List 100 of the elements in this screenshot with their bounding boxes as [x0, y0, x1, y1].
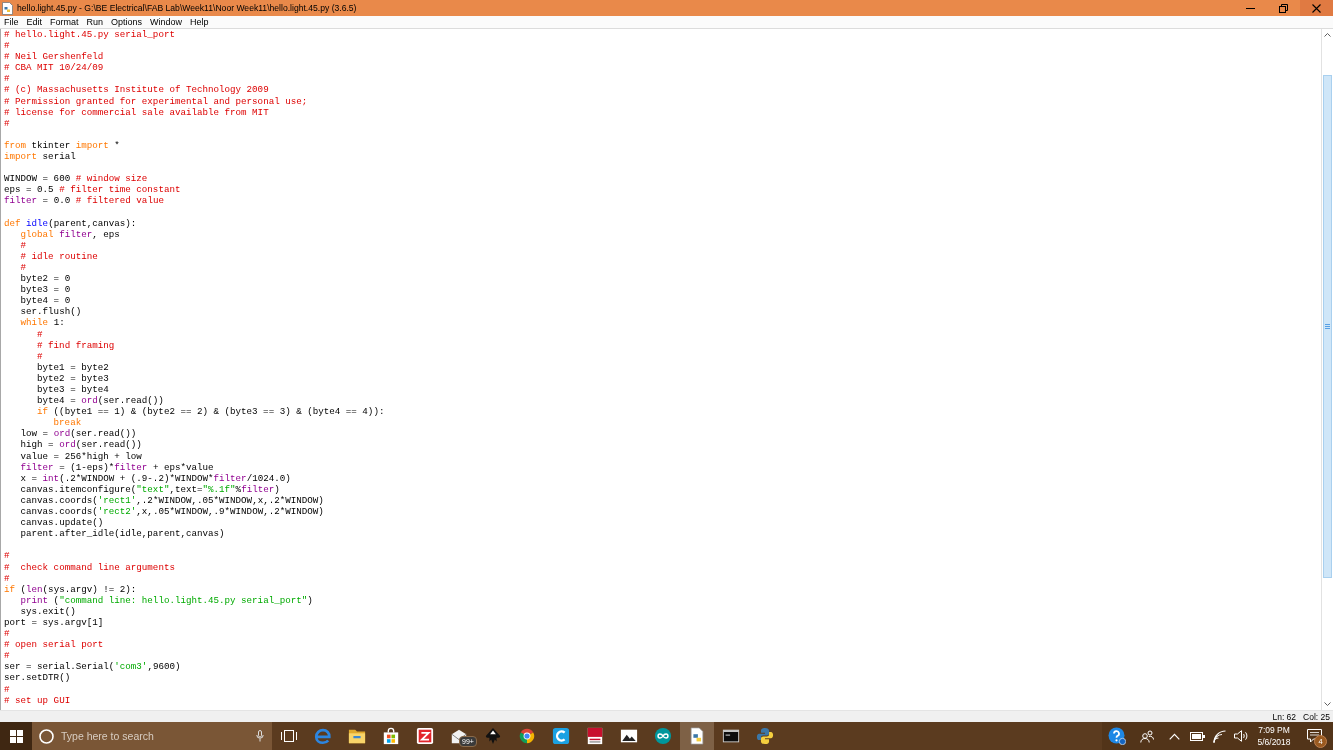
infinity-icon: [654, 727, 672, 745]
menu-item[interactable]: Window: [146, 16, 187, 28]
code-line: parent.after_idle(idle,parent,canvas): [20, 528, 225, 540]
two-tone-logo-icon: [756, 727, 774, 745]
code-line: eps = 0.5 # filter time constant: [4, 184, 181, 196]
code-line: value = 256*high + low: [20, 450, 142, 462]
menu-item[interactable]: Edit: [22, 16, 47, 28]
code-line: high = ord(ser.read()): [20, 439, 142, 451]
app-tile-icon: [586, 727, 604, 745]
minimize-icon: [1246, 7, 1255, 9]
code-line: #: [4, 628, 10, 640]
picture-icon: [620, 727, 638, 745]
code-line: byte2 = byte3: [37, 372, 109, 384]
code-line: byte1 = byte2: [37, 361, 109, 373]
code-line: # CBA MIT 10/24/09: [4, 62, 104, 74]
code-line: ser.setDTR(): [4, 672, 71, 684]
code-line: break: [53, 417, 82, 429]
column-number: Col: 25: [1303, 711, 1330, 722]
code-line: canvas.coords('rect1',.2*WINDOW,.05*WINDOW,x,.2*WINDOW): [20, 494, 324, 506]
folder-icon: [348, 727, 366, 745]
restore-icon: [1279, 3, 1288, 13]
code-line: #: [4, 73, 10, 85]
code-line: def idle(parent,canvas):: [4, 217, 137, 229]
code-line: #: [4, 650, 10, 662]
menu-item[interactable]: Options: [107, 16, 147, 28]
code-line: # hello.light.45.py serial_port: [4, 29, 175, 40]
code-line: x = int(.2*WINDOW + (.9-.2)*WINDOW*filter/1024.0): [20, 472, 291, 484]
code-line: if ((byte1 == 1) & (byte2 == 2) & (byte3 == 3) & (byte4 == 4)):: [37, 406, 385, 418]
code-line: WINDOW = 600 # window size: [4, 173, 148, 185]
code-line: #: [37, 350, 43, 362]
ink-logo-icon: [484, 727, 502, 745]
notification-icon[interactable]: [1307, 729, 1322, 743]
code-line: #: [20, 239, 27, 251]
code-line: ser.flush(): [20, 306, 82, 318]
chevron-down-icon[interactable]: [1324, 702, 1331, 706]
code-line: # (c) Massachusetts Institute of Technology 2009: [4, 84, 269, 96]
window-panes-icon: [9, 729, 23, 743]
search-field[interactable]: Type here to search: [32, 722, 272, 750]
code-line: port = sys.argv[1]: [4, 616, 104, 628]
code-line: if (len(sys.argv) != 2):: [4, 583, 137, 595]
code-line: byte3 = byte4: [37, 384, 109, 395]
close-button[interactable]: [1300, 0, 1333, 16]
scrollbar-thumb[interactable]: [1323, 75, 1332, 578]
chevron-up-icon[interactable]: [1324, 33, 1331, 37]
code-line: #: [4, 550, 10, 562]
terminal-icon: [722, 727, 740, 745]
code-line: global filter, eps: [20, 228, 120, 240]
code-line: #: [4, 40, 10, 52]
code-line: filter = 0.0 # filtered value: [4, 195, 164, 207]
code-line: from tkinter import *: [4, 139, 120, 151]
code-line: #: [37, 328, 43, 340]
code-line: # idle routine: [20, 250, 98, 262]
stacked-windows-icon: [281, 730, 297, 742]
menu-item[interactable]: Format: [46, 16, 83, 28]
code-line: byte4 = 0: [20, 295, 71, 307]
clock-date[interactable]: 5/6/2018: [1257, 736, 1291, 748]
code-line: #: [4, 572, 10, 584]
code-line: import serial: [4, 151, 76, 163]
people-icon[interactable]: [1140, 729, 1154, 743]
battery-icon[interactable]: [1189, 731, 1205, 741]
menu-item[interactable]: File: [0, 16, 23, 28]
code-line: print ("command line: hello.light.45.py serial_port"): [20, 594, 313, 606]
app-tile-icon: [416, 727, 434, 745]
circle-icon: [39, 728, 54, 744]
code-line: byte3 = 0: [20, 284, 71, 296]
code-line: #: [4, 683, 10, 695]
code-line: # set up GUI: [4, 694, 71, 706]
code-line: sys.exit(): [20, 605, 76, 617]
code-line: #: [20, 261, 27, 273]
c-logo-icon: [552, 727, 570, 745]
code-line: ser = serial.Serial('com3',9600): [4, 661, 181, 673]
help-icon[interactable]: [1108, 727, 1126, 745]
browser-icon: [314, 727, 332, 745]
grip-icon: [1325, 324, 1330, 329]
menu-item[interactable]: Run: [82, 16, 108, 28]
code-line: filter = (1-eps)*filter + eps*value: [20, 461, 214, 473]
close-icon: [1312, 3, 1321, 13]
microphone-icon[interactable]: [256, 730, 264, 742]
window-title: hello.light.45.py - G:\BE Electrical\FAB Lab\Week11\Noor Week11\hello.light.45.py (3.6.5): [17, 3, 358, 13]
code-line: # Permission granted for experimental and personal use;: [4, 95, 308, 107]
search-input[interactable]: Type here to search: [61, 730, 249, 742]
code-line: # open serial port: [4, 639, 104, 651]
code-line: canvas.update(): [20, 517, 104, 529]
code-line: while 1:: [20, 317, 65, 329]
code-line: # Neil Gershenfeld: [4, 51, 104, 63]
line-number: Ln: 62: [1272, 711, 1297, 722]
file-icon: [688, 727, 706, 745]
menu-item[interactable]: Help: [186, 16, 213, 28]
clock-time[interactable]: 7:09 PM: [1258, 724, 1290, 736]
code-line: #: [4, 117, 10, 129]
code-line: # license for commercial sale available from MIT: [4, 106, 269, 118]
code-line: low = ord(ser.read()): [20, 428, 137, 440]
code-line: # find framing: [37, 339, 115, 351]
shopping-bag-icon: [382, 727, 400, 745]
speaker-icon[interactable]: [1234, 730, 1248, 742]
start-button[interactable]: [0, 722, 32, 750]
wifi-icon[interactable]: [1212, 729, 1226, 743]
code-line: byte2 = 0: [20, 273, 71, 285]
code-line: canvas.coords('rect2',x,.05*WINDOW,.9*WINDOW,.2*WINDOW): [20, 506, 324, 518]
code-line: canvas.itemconfigure("text",text="%.1f"%filter): [20, 483, 280, 495]
